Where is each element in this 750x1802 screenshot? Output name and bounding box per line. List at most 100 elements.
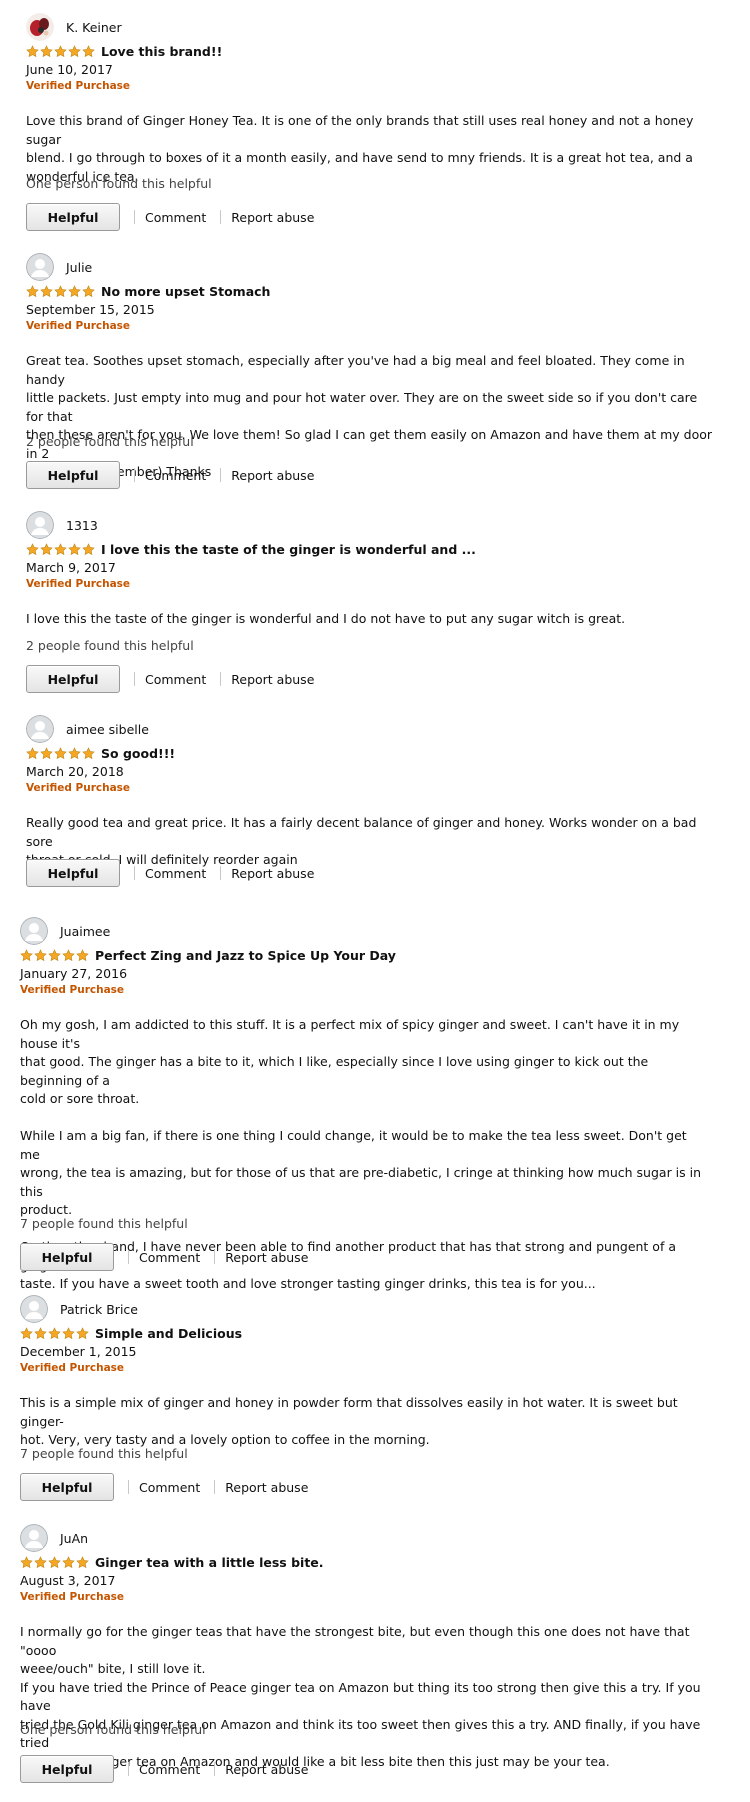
review-title-row: Love this brand!!: [26, 42, 222, 60]
review-actions: Helpful Comment Report abuse: [20, 1242, 308, 1272]
review-title[interactable]: Perfect Zing and Jazz to Spice Up Your D…: [95, 948, 396, 963]
helpful-button[interactable]: Helpful: [26, 203, 120, 231]
avatar-icon[interactable]: [26, 253, 54, 281]
star-rating[interactable]: [20, 1555, 89, 1569]
report-abuse-link[interactable]: Report abuse: [231, 866, 314, 881]
star-icon: [34, 948, 47, 962]
comment-link[interactable]: Comment: [145, 468, 206, 483]
review-title[interactable]: I love this the taste of the ginger is w…: [101, 542, 476, 557]
review-date: August 3, 2017: [20, 1573, 116, 1588]
reviewer-name[interactable]: K. Keiner: [66, 20, 122, 35]
star-icon: [82, 284, 95, 298]
helpful-button[interactable]: Helpful: [26, 859, 120, 887]
avatar-icon[interactable]: [20, 1295, 48, 1323]
report-abuse-link[interactable]: Report abuse: [225, 1762, 308, 1777]
review-title[interactable]: Ginger tea with a little less bite.: [95, 1555, 324, 1570]
comment-link[interactable]: Comment: [145, 210, 206, 225]
verified-purchase-badge[interactable]: Verified Purchase: [26, 578, 130, 590]
review-title[interactable]: Simple and Delicious: [95, 1326, 242, 1341]
review-date: March 9, 2017: [26, 560, 116, 575]
comment-link[interactable]: Comment: [139, 1250, 200, 1265]
star-rating[interactable]: [26, 284, 95, 298]
verified-purchase-badge[interactable]: Verified Purchase: [20, 1362, 124, 1374]
star-icon: [40, 44, 53, 58]
helpful-button[interactable]: Helpful: [26, 461, 120, 489]
helpful-button[interactable]: Helpful: [20, 1243, 114, 1271]
avatar-icon[interactable]: [26, 13, 54, 41]
reviewer-name[interactable]: aimee sibelle: [66, 722, 149, 737]
reviewer-name[interactable]: JuAn: [60, 1531, 88, 1546]
divider: [220, 210, 222, 224]
verified-purchase-badge[interactable]: Verified Purchase: [26, 320, 130, 332]
verified-purchase-badge[interactable]: Verified Purchase: [20, 984, 124, 996]
comment-link[interactable]: Comment: [145, 672, 206, 687]
review-title-row: No more upset Stomach: [26, 282, 270, 300]
reviewer-profile[interactable]: JuAn: [20, 1523, 88, 1553]
divider: [214, 1762, 216, 1776]
review-body: I normally go for the ginger teas that h…: [20, 1623, 710, 1771]
review-body: This is a simple mix of ginger and honey…: [20, 1394, 710, 1450]
star-icon: [40, 542, 53, 556]
avatar-icon[interactable]: [20, 1524, 48, 1552]
divider: [214, 1480, 216, 1494]
verified-purchase-badge[interactable]: Verified Purchase: [26, 80, 130, 92]
star-icon: [34, 1555, 47, 1569]
avatar-icon[interactable]: [26, 715, 54, 743]
review-paragraph: I normally go for the ginger teas that h…: [20, 1624, 701, 1769]
star-rating[interactable]: [20, 948, 89, 962]
divider: [220, 672, 222, 686]
reviewer-profile[interactable]: Juaimee: [20, 916, 110, 946]
reviews-list: K. Keiner Love this brand!! June 10, 2017 V…: [0, 0, 750, 1802]
avatar-icon[interactable]: [26, 511, 54, 539]
star-icon: [40, 746, 53, 760]
comment-link[interactable]: Comment: [139, 1480, 200, 1495]
star-rating[interactable]: [26, 746, 95, 760]
star-icon: [82, 44, 95, 58]
reviewer-profile[interactable]: 1313: [26, 510, 98, 540]
star-icon: [68, 746, 81, 760]
avatar-icon[interactable]: [20, 917, 48, 945]
review-title[interactable]: So good!!!: [101, 746, 175, 761]
review-paragraph: I love this the taste of the ginger is w…: [26, 611, 626, 626]
comment-link[interactable]: Comment: [145, 866, 206, 881]
star-rating[interactable]: [26, 44, 95, 58]
reviewer-name[interactable]: 1313: [66, 518, 98, 533]
verified-purchase-badge[interactable]: Verified Purchase: [26, 782, 130, 794]
reviewer-name[interactable]: Juaimee: [60, 924, 110, 939]
star-icon: [62, 1326, 75, 1340]
reviewer-name[interactable]: Patrick Brice: [60, 1302, 138, 1317]
star-icon: [26, 542, 39, 556]
review-paragraph: Love this brand of Ginger Honey Tea. It …: [26, 113, 694, 184]
review-paragraph: While I am a big fan, if there is one th…: [20, 1128, 702, 1217]
reviewer-profile[interactable]: K. Keiner: [26, 12, 122, 42]
star-icon: [40, 284, 53, 298]
review-date: March 20, 2018: [26, 764, 124, 779]
report-abuse-link[interactable]: Report abuse: [225, 1250, 308, 1265]
verified-purchase-badge[interactable]: Verified Purchase: [20, 1591, 124, 1603]
report-abuse-link[interactable]: Report abuse: [231, 468, 314, 483]
divider: [214, 1250, 216, 1264]
star-icon: [54, 746, 67, 760]
review-title[interactable]: Love this brand!!: [101, 44, 222, 59]
report-abuse-link[interactable]: Report abuse: [231, 210, 314, 225]
divider: [220, 468, 222, 482]
report-abuse-link[interactable]: Report abuse: [225, 1480, 308, 1495]
star-icon: [20, 1326, 33, 1340]
comment-link[interactable]: Comment: [139, 1762, 200, 1777]
helpful-button[interactable]: Helpful: [20, 1755, 114, 1783]
review-paragraph: Oh my gosh, I am addicted to this stuff.…: [20, 1017, 680, 1106]
star-rating[interactable]: [26, 542, 95, 556]
star-icon: [62, 948, 75, 962]
reviewer-profile[interactable]: Patrick Brice: [20, 1294, 138, 1324]
star-icon: [76, 948, 89, 962]
review-actions: Helpful Comment Report abuse: [26, 460, 314, 490]
review-actions: Helpful Comment Report abuse: [20, 1754, 308, 1784]
report-abuse-link[interactable]: Report abuse: [231, 672, 314, 687]
reviewer-profile[interactable]: Julie: [26, 252, 92, 282]
reviewer-name[interactable]: Julie: [66, 260, 92, 275]
reviewer-profile[interactable]: aimee sibelle: [26, 714, 149, 744]
star-rating[interactable]: [20, 1326, 89, 1340]
review-title[interactable]: No more upset Stomach: [101, 284, 270, 299]
helpful-button[interactable]: Helpful: [20, 1473, 114, 1501]
helpful-button[interactable]: Helpful: [26, 665, 120, 693]
